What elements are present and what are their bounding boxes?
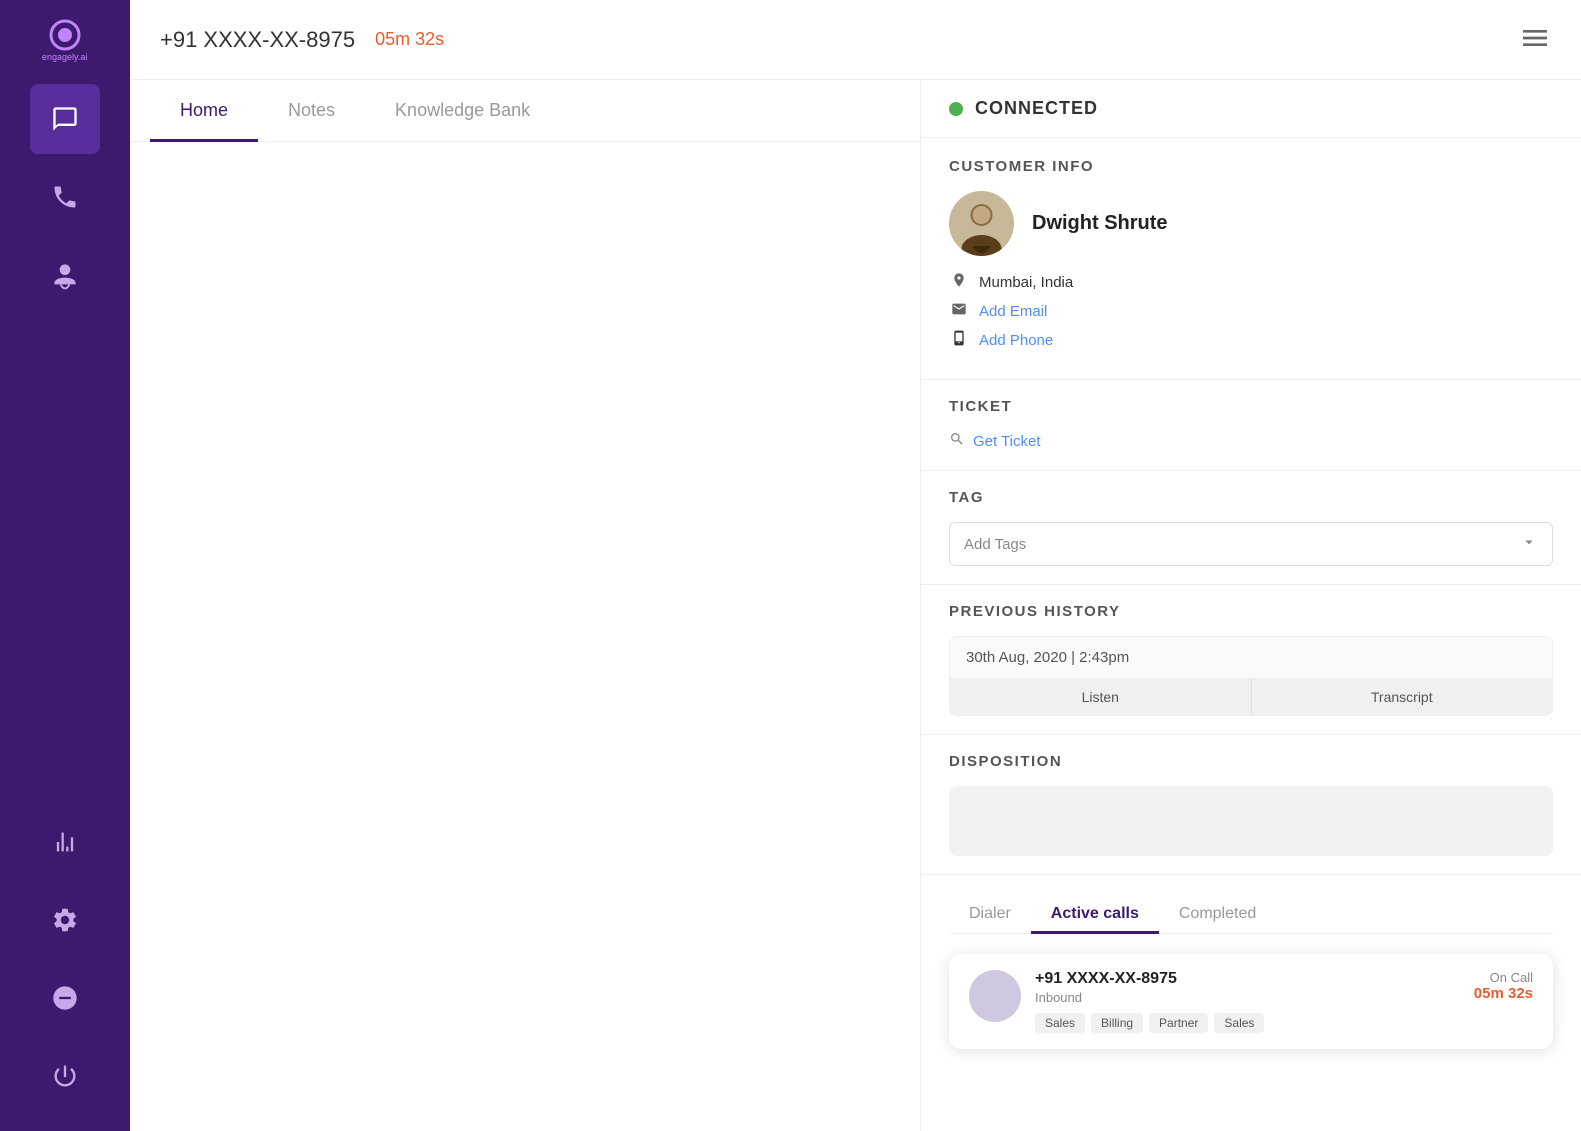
disposition-section: DISPOSITION	[921, 735, 1581, 875]
sidebar-item-block[interactable]	[30, 963, 100, 1033]
call-tag-sales1: Sales	[1035, 1013, 1085, 1033]
tag-title: TAG	[949, 489, 1553, 506]
ticket-section: TICKET Get Ticket	[921, 380, 1581, 471]
bottom-tabs: Dialer Active calls Completed	[949, 895, 1553, 934]
menu-icon[interactable]	[1519, 22, 1551, 58]
history-date: 30th Aug, 2020 | 2:43pm	[950, 637, 1552, 679]
sidebar-item-chat[interactable]	[30, 84, 100, 154]
get-ticket-link[interactable]: Get Ticket	[949, 431, 1553, 452]
call-direction: Inbound	[1035, 990, 1474, 1005]
call-tag-partner: Partner	[1149, 1013, 1208, 1033]
customer-location: Mumbai, India	[949, 272, 1553, 293]
call-phone: +91 XXXX-XX-8975	[1035, 970, 1474, 988]
sidebar-item-phone[interactable]	[30, 162, 100, 232]
avatar	[949, 191, 1014, 256]
history-title: PREVIOUS HISTORY	[949, 603, 1553, 620]
tab-knowledge-bank[interactable]: Knowledge Bank	[365, 80, 560, 141]
customer-info-title: CUSTOMER INFO	[949, 158, 1553, 175]
disposition-title: DISPOSITION	[949, 753, 1553, 770]
tag-placeholder: Add Tags	[964, 536, 1026, 553]
tab-completed[interactable]: Completed	[1159, 895, 1276, 933]
left-panel: Home Notes Knowledge Bank	[130, 80, 921, 1131]
customer-phone: Add Phone	[949, 330, 1553, 351]
customer-info-section: CUSTOMER INFO Dwight Shrute	[921, 138, 1581, 380]
sidebar: engagely.ai	[0, 0, 130, 1131]
tab-dialer[interactable]: Dialer	[949, 895, 1031, 933]
content-area: Home Notes Knowledge Bank CONNECTED C	[130, 80, 1581, 1131]
customer-location-text: Mumbai, India	[979, 274, 1073, 291]
tab-notes[interactable]: Notes	[258, 80, 365, 141]
customer-name: Dwight Shrute	[1032, 212, 1168, 235]
history-card: 30th Aug, 2020 | 2:43pm Listen Transcrip…	[949, 636, 1553, 716]
listen-button[interactable]: Listen	[950, 679, 1252, 715]
sidebar-item-agent[interactable]	[30, 240, 100, 310]
tab-home[interactable]: Home	[150, 80, 258, 141]
sidebar-item-analytics[interactable]	[30, 807, 100, 877]
connected-status: CONNECTED	[975, 98, 1098, 119]
phone-icon	[949, 330, 969, 351]
history-section: PREVIOUS HISTORY 30th Aug, 2020 | 2:43pm…	[921, 585, 1581, 735]
connected-bar: CONNECTED	[921, 80, 1581, 138]
call-status-time: 05m 32s	[1474, 985, 1533, 1002]
connected-dot	[949, 102, 963, 116]
call-tags: Sales Billing Partner Sales	[1035, 1013, 1474, 1033]
phone-number: +91 XXXX-XX-8975	[160, 27, 355, 53]
call-tag-billing: Billing	[1091, 1013, 1143, 1033]
search-icon	[949, 431, 965, 452]
history-actions: Listen Transcript	[950, 679, 1552, 715]
transcript-button[interactable]: Transcript	[1252, 679, 1553, 715]
tag-section: TAG Add Tags	[921, 471, 1581, 585]
disposition-box[interactable]	[949, 786, 1553, 856]
right-panel: CONNECTED CUSTOMER INFO	[921, 80, 1581, 1131]
call-tag-sales2: Sales	[1214, 1013, 1264, 1033]
location-icon	[949, 272, 969, 293]
call-card: +91 XXXX-XX-8975 Inbound Sales Billing P…	[949, 954, 1553, 1049]
tab-active-calls[interactable]: Active calls	[1031, 895, 1159, 933]
call-timer: 05m 32s	[375, 29, 444, 50]
sidebar-item-settings[interactable]	[30, 885, 100, 955]
svg-text:engagely.ai: engagely.ai	[42, 52, 87, 62]
chevron-down-icon	[1520, 533, 1538, 555]
add-email-link[interactable]: Add Email	[979, 303, 1047, 320]
call-avatar	[969, 970, 1021, 1022]
logo: engagely.ai	[25, 10, 105, 70]
bottom-panel: Dialer Active calls Completed +91 XXXX-X…	[921, 875, 1581, 1069]
call-status-label: On Call	[1474, 970, 1533, 985]
customer-email: Add Email	[949, 301, 1553, 322]
call-status: On Call 05m 32s	[1474, 970, 1533, 1002]
topbar: +91 XXXX-XX-8975 05m 32s	[130, 0, 1581, 80]
ticket-title: TICKET	[949, 398, 1553, 415]
customer-profile: Dwight Shrute	[949, 191, 1553, 256]
tag-dropdown[interactable]: Add Tags	[949, 522, 1553, 566]
add-phone-link[interactable]: Add Phone	[979, 332, 1053, 349]
main-tabs: Home Notes Knowledge Bank	[130, 80, 920, 142]
home-content	[130, 142, 920, 1131]
main-content: +91 XXXX-XX-8975 05m 32s Home Notes Know…	[130, 0, 1581, 1131]
email-icon	[949, 301, 969, 322]
call-info: +91 XXXX-XX-8975 Inbound Sales Billing P…	[1035, 970, 1474, 1033]
sidebar-item-power[interactable]	[30, 1041, 100, 1111]
